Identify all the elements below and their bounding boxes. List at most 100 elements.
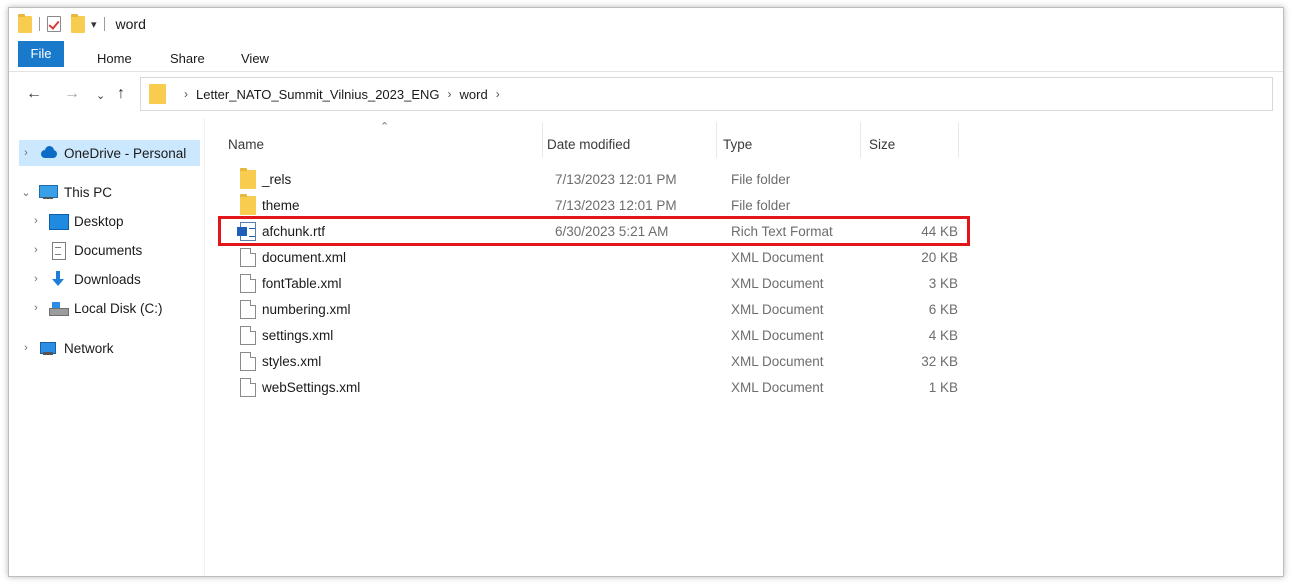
file-row[interactable]: _rels 7/13/2023 12:01 PM File folder bbox=[219, 167, 969, 192]
folder-icon bbox=[18, 13, 32, 33]
file-name: webSettings.xml bbox=[262, 380, 361, 395]
file-type: XML Document bbox=[731, 380, 824, 395]
file-type: XML Document bbox=[731, 250, 824, 265]
window-title: word bbox=[115, 16, 146, 32]
nav-item-local-disk[interactable]: › Local Disk (C:) bbox=[29, 295, 163, 321]
up-arrow-icon[interactable]: ↑ bbox=[117, 84, 125, 104]
file-type: XML Document bbox=[731, 302, 824, 317]
file-type: File folder bbox=[731, 172, 791, 187]
file-row[interactable]: styles.xml XML Document 32 KB bbox=[219, 349, 969, 374]
nav-item-label: Documents bbox=[74, 242, 143, 258]
divider bbox=[103, 17, 105, 31]
column-divider[interactable] bbox=[860, 122, 861, 158]
sort-ascending-icon: ⌃ bbox=[380, 121, 390, 133]
column-header-name[interactable]: Name bbox=[228, 126, 264, 162]
file-type: XML Document bbox=[731, 354, 824, 369]
nav-item-downloads[interactable]: › Downloads bbox=[29, 266, 141, 292]
file-type: XML Document bbox=[731, 276, 824, 291]
address-bar[interactable]: › Letter_NATO_Summit_Vilnius_2023_ENG › … bbox=[140, 77, 1273, 111]
file-icon bbox=[240, 274, 256, 293]
column-divider[interactable] bbox=[958, 122, 959, 158]
folder-icon bbox=[240, 168, 256, 189]
nav-item-label: OneDrive - Personal bbox=[64, 145, 187, 161]
file-size: 32 KB bbox=[921, 354, 958, 369]
file-name: numbering.xml bbox=[262, 302, 351, 317]
column-header-type[interactable]: Type bbox=[723, 126, 752, 162]
file-date: 7/13/2023 12:01 PM bbox=[555, 172, 677, 187]
highlight-box bbox=[218, 216, 970, 246]
chevron-right-icon[interactable]: › bbox=[29, 273, 43, 285]
properties-icon[interactable] bbox=[47, 16, 61, 32]
file-icon bbox=[240, 352, 256, 371]
file-name: document.xml bbox=[262, 250, 347, 265]
chevron-right-icon[interactable]: › bbox=[29, 244, 43, 256]
tab-file[interactable]: File bbox=[18, 41, 64, 67]
file-icon bbox=[240, 300, 256, 319]
nav-item-label: Local Disk (C:) bbox=[74, 300, 163, 316]
nav-item-label: This PC bbox=[64, 184, 113, 200]
divider bbox=[39, 17, 40, 31]
back-arrow-icon[interactable]: ← bbox=[26, 84, 42, 104]
file-size bbox=[874, 167, 958, 192]
tab-share[interactable]: Share bbox=[170, 47, 205, 71]
nav-item-network[interactable]: › Network bbox=[19, 335, 114, 361]
file-row[interactable]: numbering.xml XML Document 6 KB bbox=[219, 297, 969, 322]
chevron-right-icon[interactable]: › bbox=[29, 215, 43, 227]
chevron-down-icon[interactable]: ⌄ bbox=[19, 186, 33, 199]
file-name: styles.xml bbox=[262, 354, 322, 369]
chevron-right-icon[interactable]: › bbox=[448, 87, 452, 101]
file-row[interactable]: document.xml XML Document 20 KB bbox=[219, 245, 969, 270]
file-row[interactable]: theme 7/13/2023 12:01 PM File folder bbox=[219, 193, 969, 218]
file-icon bbox=[240, 248, 256, 267]
file-name: _rels bbox=[262, 172, 292, 187]
breadcrumb-folder[interactable]: word bbox=[460, 87, 488, 102]
desktop-icon bbox=[49, 213, 69, 230]
nav-item-this-pc[interactable]: ⌄ This PC bbox=[19, 179, 112, 205]
forward-arrow-icon[interactable]: → bbox=[64, 84, 80, 104]
column-divider[interactable] bbox=[716, 122, 717, 158]
new-folder-icon[interactable] bbox=[71, 13, 85, 33]
title-bar: ▾ word bbox=[9, 8, 1283, 40]
chevron-right-icon[interactable]: › bbox=[19, 342, 33, 354]
file-size: 3 KB bbox=[928, 276, 958, 291]
disk-icon bbox=[49, 300, 69, 316]
downloads-icon bbox=[49, 271, 67, 287]
file-date: 7/13/2023 12:01 PM bbox=[555, 198, 677, 213]
file-size: 20 KB bbox=[921, 250, 958, 265]
breadcrumb-folder[interactable]: Letter_NATO_Summit_Vilnius_2023_ENG bbox=[196, 87, 440, 102]
column-header-date[interactable]: Date modified bbox=[547, 126, 630, 162]
file-name: theme bbox=[262, 198, 300, 213]
nav-item-label: Downloads bbox=[74, 271, 141, 287]
chevron-right-icon[interactable]: › bbox=[19, 147, 33, 159]
column-divider[interactable] bbox=[542, 122, 543, 158]
cloud-icon bbox=[39, 145, 57, 161]
folder-icon bbox=[149, 84, 166, 104]
folder-icon bbox=[240, 194, 256, 215]
file-name: fontTable.xml bbox=[262, 276, 342, 291]
file-size: 1 KB bbox=[928, 380, 958, 395]
file-size: 4 KB bbox=[928, 328, 958, 343]
nav-item-label: Network bbox=[64, 340, 114, 356]
nav-item-desktop[interactable]: › Desktop bbox=[29, 208, 124, 234]
file-type: XML Document bbox=[731, 328, 824, 343]
documents-icon bbox=[49, 242, 67, 260]
nav-item-onedrive[interactable]: › OneDrive - Personal bbox=[19, 140, 200, 166]
file-type: File folder bbox=[731, 198, 791, 213]
navigation-pane: › OneDrive - Personal ⌄ This PC › Deskto… bbox=[9, 118, 205, 576]
file-icon bbox=[240, 326, 256, 345]
tab-view[interactable]: View bbox=[241, 47, 269, 71]
chevron-right-icon[interactable]: › bbox=[496, 87, 500, 101]
file-row[interactable]: fontTable.xml XML Document 3 KB bbox=[219, 271, 969, 296]
column-header-size[interactable]: Size bbox=[869, 126, 895, 162]
tab-home[interactable]: Home bbox=[97, 47, 132, 71]
nav-item-documents[interactable]: › Documents bbox=[29, 237, 142, 263]
file-size bbox=[874, 193, 958, 218]
ribbon: File Home Share View bbox=[9, 40, 1283, 72]
chevron-right-icon[interactable]: › bbox=[184, 87, 188, 101]
customize-toolbar-icon[interactable]: ▾ bbox=[91, 18, 97, 31]
computer-icon bbox=[39, 184, 58, 200]
recent-locations-chevron-icon[interactable]: ⌄ bbox=[96, 86, 105, 106]
chevron-right-icon[interactable]: › bbox=[29, 302, 43, 314]
file-row[interactable]: webSettings.xml XML Document 1 KB bbox=[219, 375, 969, 400]
file-row[interactable]: settings.xml XML Document 4 KB bbox=[219, 323, 969, 348]
